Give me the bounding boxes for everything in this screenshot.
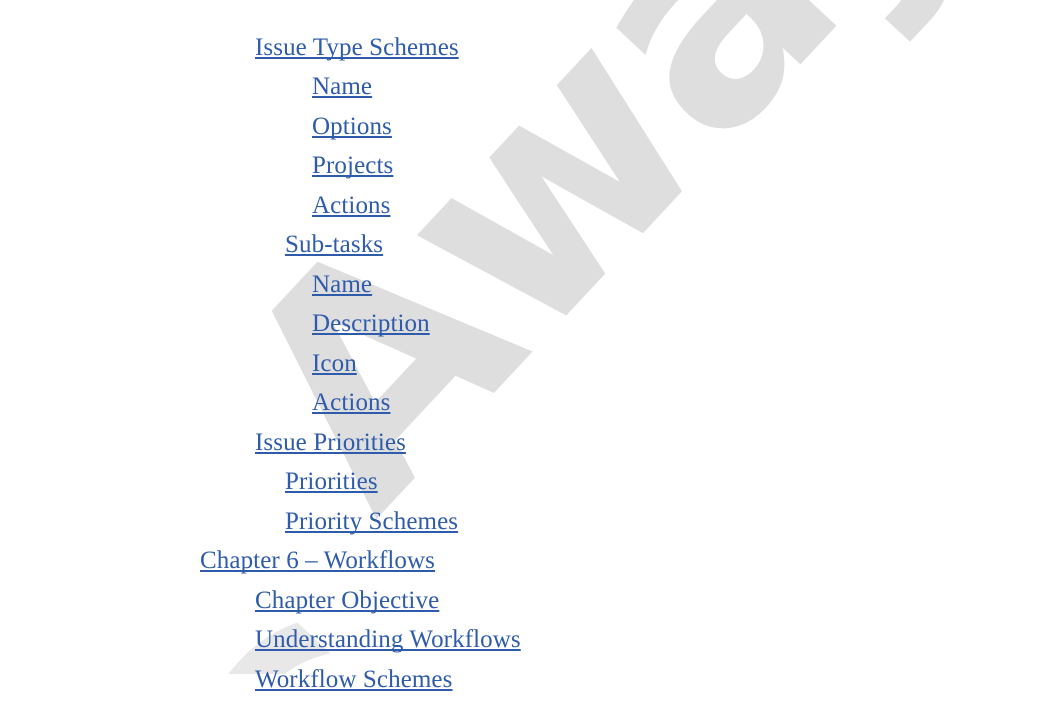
toc-entry: Description: [0, 304, 1046, 344]
toc-link[interactable]: Description: [312, 310, 430, 337]
toc-entry: Sub-tasks: [0, 225, 1046, 265]
table-of-contents: Issue Type Schemes Name Options Projects Act…: [0, 0, 1046, 693]
toc-entry: Issue Priorities: [0, 423, 1046, 463]
toc-link[interactable]: Priorities: [285, 468, 378, 495]
toc-link[interactable]: Name: [312, 73, 372, 100]
toc-link[interactable]: Name: [312, 271, 372, 298]
toc-entry: Name: [0, 67, 1046, 107]
toc-link[interactable]: Understanding Workflows: [255, 626, 521, 653]
toc-link[interactable]: Sub-tasks: [285, 231, 383, 258]
document-page: { "page": { "kind": "table-of-contents",…: [0, 0, 1046, 693]
toc-link[interactable]: Actions: [312, 192, 390, 219]
toc-link[interactable]: Projects: [312, 152, 393, 179]
toc-entry: Chapter 6 – Workflows: [0, 541, 1046, 581]
toc-entry: Priority Schemes: [0, 502, 1046, 542]
toc-link[interactable]: Options: [312, 113, 392, 140]
toc-entry: Options: [0, 107, 1046, 147]
toc-entry: Name: [0, 265, 1046, 305]
toc-link[interactable]: Workflow Schemes: [255, 666, 452, 693]
toc-entry: Projects: [0, 146, 1046, 186]
toc-entry: Issue Type Schemes: [0, 28, 1046, 68]
toc-entry: Chapter Objective: [0, 581, 1046, 621]
toc-entry: Workflow Schemes: [0, 660, 1046, 700]
toc-entry: Icon: [0, 344, 1046, 384]
toc-entry: Priorities: [0, 462, 1046, 502]
toc-entry: Actions: [0, 186, 1046, 226]
toc-link[interactable]: Icon: [312, 350, 357, 377]
toc-link[interactable]: Priority Schemes: [285, 508, 458, 535]
toc-link[interactable]: Issue Priorities: [255, 429, 406, 456]
toc-link[interactable]: Issue Type Schemes: [255, 34, 459, 61]
toc-entry: Actions: [0, 383, 1046, 423]
toc-link[interactable]: Chapter Objective: [255, 587, 439, 614]
toc-entry: Understanding Workflows: [0, 620, 1046, 660]
toc-link[interactable]: Actions: [312, 389, 390, 416]
toc-link[interactable]: Chapter 6 – Workflows: [200, 547, 435, 574]
